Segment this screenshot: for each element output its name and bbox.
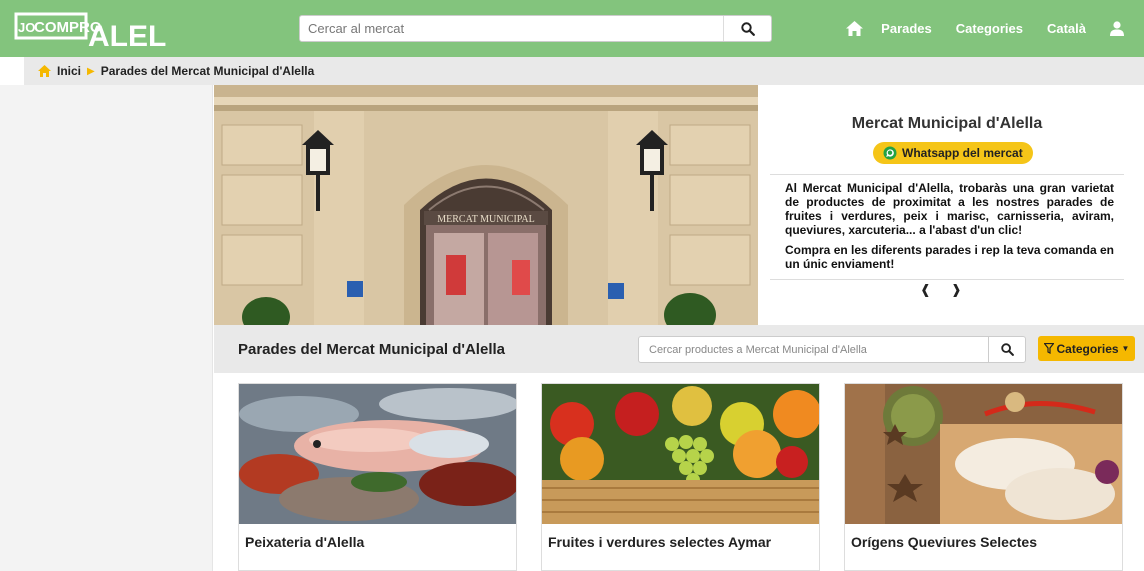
breadcrumb-current: Parades del Mercat Municipal d'Alella bbox=[100, 64, 315, 78]
filter-icon bbox=[1043, 343, 1054, 354]
nav-parades[interactable]: Parades bbox=[869, 21, 944, 36]
market-info-panel: Mercat Municipal d'Alella Whatsapp del m… bbox=[770, 85, 1124, 325]
market-sign-text: MERCAT MUNICIPAL bbox=[437, 214, 535, 225]
nav-categories-label: Categories bbox=[955, 21, 1023, 36]
chevron-right-icon: ▶ bbox=[87, 65, 95, 77]
whatsapp-icon bbox=[883, 146, 897, 160]
stall-name[interactable]: Peixateria d'Alella bbox=[245, 534, 364, 550]
categories-dropdown-button[interactable]: Categories ▼ bbox=[1038, 336, 1135, 361]
stall-card[interactable]: Peixateria d'Alella bbox=[238, 383, 517, 571]
site-search-button[interactable] bbox=[723, 16, 771, 41]
top-header: JO COMPRO ALELLA Parades Categories Cata… bbox=[0, 0, 1144, 57]
svg-text:ALELLA: ALELLA bbox=[88, 20, 166, 50]
nav-categories[interactable]: Categories bbox=[944, 21, 1035, 36]
home-icon bbox=[846, 21, 864, 36]
market-title: Mercat Municipal d'Alella bbox=[851, 115, 1043, 132]
product-search-input[interactable] bbox=[639, 337, 988, 362]
chevron-up-icon[interactable]: ❰ bbox=[920, 282, 931, 298]
stall-image-fruit bbox=[542, 384, 819, 524]
svg-text:JO: JO bbox=[18, 20, 35, 35]
search-icon bbox=[740, 21, 755, 36]
nav-home[interactable] bbox=[834, 21, 869, 36]
whatsapp-label: Whatsapp del mercat bbox=[902, 146, 1023, 160]
main-nav: Parades Categories Català bbox=[834, 0, 1144, 57]
product-search bbox=[638, 336, 1026, 363]
description-paragraph-2: Compra en les diferents parades i rep la… bbox=[785, 243, 1114, 271]
description-paragraph-1: Al Mercat Municipal d'Alella, trobaràs u… bbox=[785, 181, 1114, 237]
site-search bbox=[299, 15, 772, 42]
whatsapp-button[interactable]: Whatsapp del mercat bbox=[873, 142, 1033, 164]
caret-down-icon: ▼ bbox=[1121, 344, 1130, 353]
search-icon bbox=[1000, 343, 1014, 356]
breadcrumb-home[interactable]: Inici bbox=[57, 64, 81, 78]
nav-parades-label: Parades bbox=[881, 21, 932, 36]
market-photo: MERCAT MUNICIPAL bbox=[214, 85, 758, 325]
nav-language[interactable]: Català bbox=[1035, 21, 1098, 36]
stall-image-groceries bbox=[845, 384, 1122, 524]
product-search-button[interactable] bbox=[988, 337, 1025, 362]
stall-card[interactable]: Fruites i verdures selectes Aymar bbox=[541, 383, 820, 571]
chevron-down-icon[interactable]: ❱ bbox=[951, 282, 962, 298]
market-description: Al Mercat Municipal d'Alella, trobaràs u… bbox=[770, 174, 1124, 280]
categories-label: Categories bbox=[1056, 341, 1119, 356]
stall-image-fish bbox=[239, 384, 516, 524]
home-icon bbox=[38, 65, 51, 77]
nav-user[interactable] bbox=[1098, 21, 1144, 36]
site-search-input[interactable] bbox=[300, 16, 723, 41]
site-logo[interactable]: JO COMPRO ALELLA bbox=[14, 10, 206, 53]
stall-card[interactable]: Orígens Queviures Selectes bbox=[844, 383, 1123, 571]
stalls-section-bar: Parades del Mercat Municipal d'Alella Ca… bbox=[214, 325, 1144, 373]
text-scroll-controls: ❰ ❱ bbox=[920, 282, 962, 298]
left-sidebar bbox=[0, 85, 213, 571]
user-icon bbox=[1110, 21, 1124, 36]
breadcrumb: Inici ▶ Parades del Mercat Municipal d'A… bbox=[24, 57, 1144, 85]
stall-name[interactable]: Orígens Queviures Selectes bbox=[851, 534, 1037, 550]
nav-language-label: Català bbox=[1046, 21, 1086, 36]
section-title: Parades del Mercat Municipal d'Alella bbox=[238, 341, 505, 358]
stall-name[interactable]: Fruites i verdures selectes Aymar bbox=[548, 534, 771, 550]
